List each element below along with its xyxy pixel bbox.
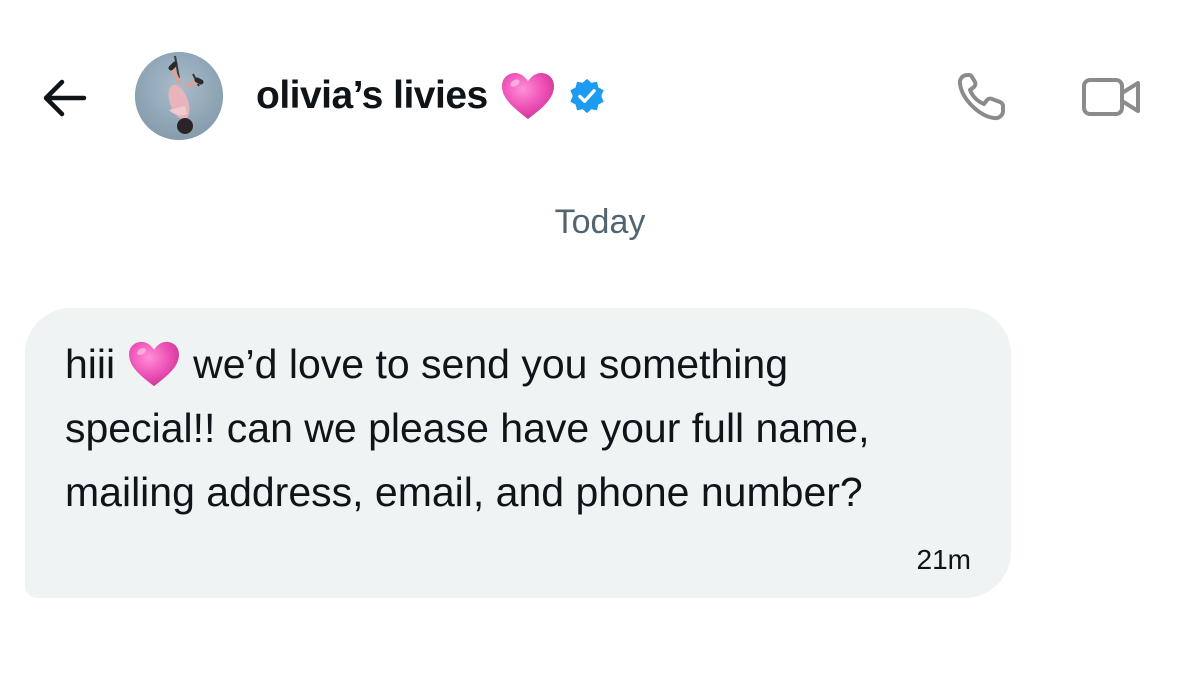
date-separator: Today bbox=[554, 203, 646, 241]
message-line-2: special!! can we please have your full n… bbox=[65, 405, 870, 451]
message-bubble[interactable]: hiii we’d love to send you something spe… bbox=[25, 308, 1011, 598]
message-text-start: hiii bbox=[65, 341, 116, 387]
pink-heart-icon bbox=[129, 341, 180, 387]
message-text-end: we’d love to send you something bbox=[193, 341, 789, 387]
back-button[interactable] bbox=[38, 72, 90, 124]
pink-heart-icon bbox=[501, 73, 554, 119]
message-timestamp: 21m bbox=[916, 544, 971, 575]
page-title: olivia’s livies bbox=[256, 74, 488, 117]
arrow-left-icon bbox=[43, 79, 87, 117]
message-line-3: mailing address, email, and phone number… bbox=[65, 469, 863, 515]
avatar[interactable] bbox=[135, 52, 223, 140]
video-call-button[interactable] bbox=[1076, 66, 1148, 128]
conversation-header: olivia’s livies bbox=[0, 0, 1200, 190]
message-line-1: hiii we’d love to send you something bbox=[65, 332, 971, 396]
video-camera-icon bbox=[1082, 78, 1140, 116]
verified-badge-icon bbox=[570, 78, 604, 114]
phone-icon bbox=[957, 73, 1005, 121]
call-button[interactable] bbox=[950, 66, 1012, 128]
conversation-title[interactable]: olivia’s livies bbox=[256, 66, 606, 126]
profile-photo bbox=[135, 52, 223, 140]
